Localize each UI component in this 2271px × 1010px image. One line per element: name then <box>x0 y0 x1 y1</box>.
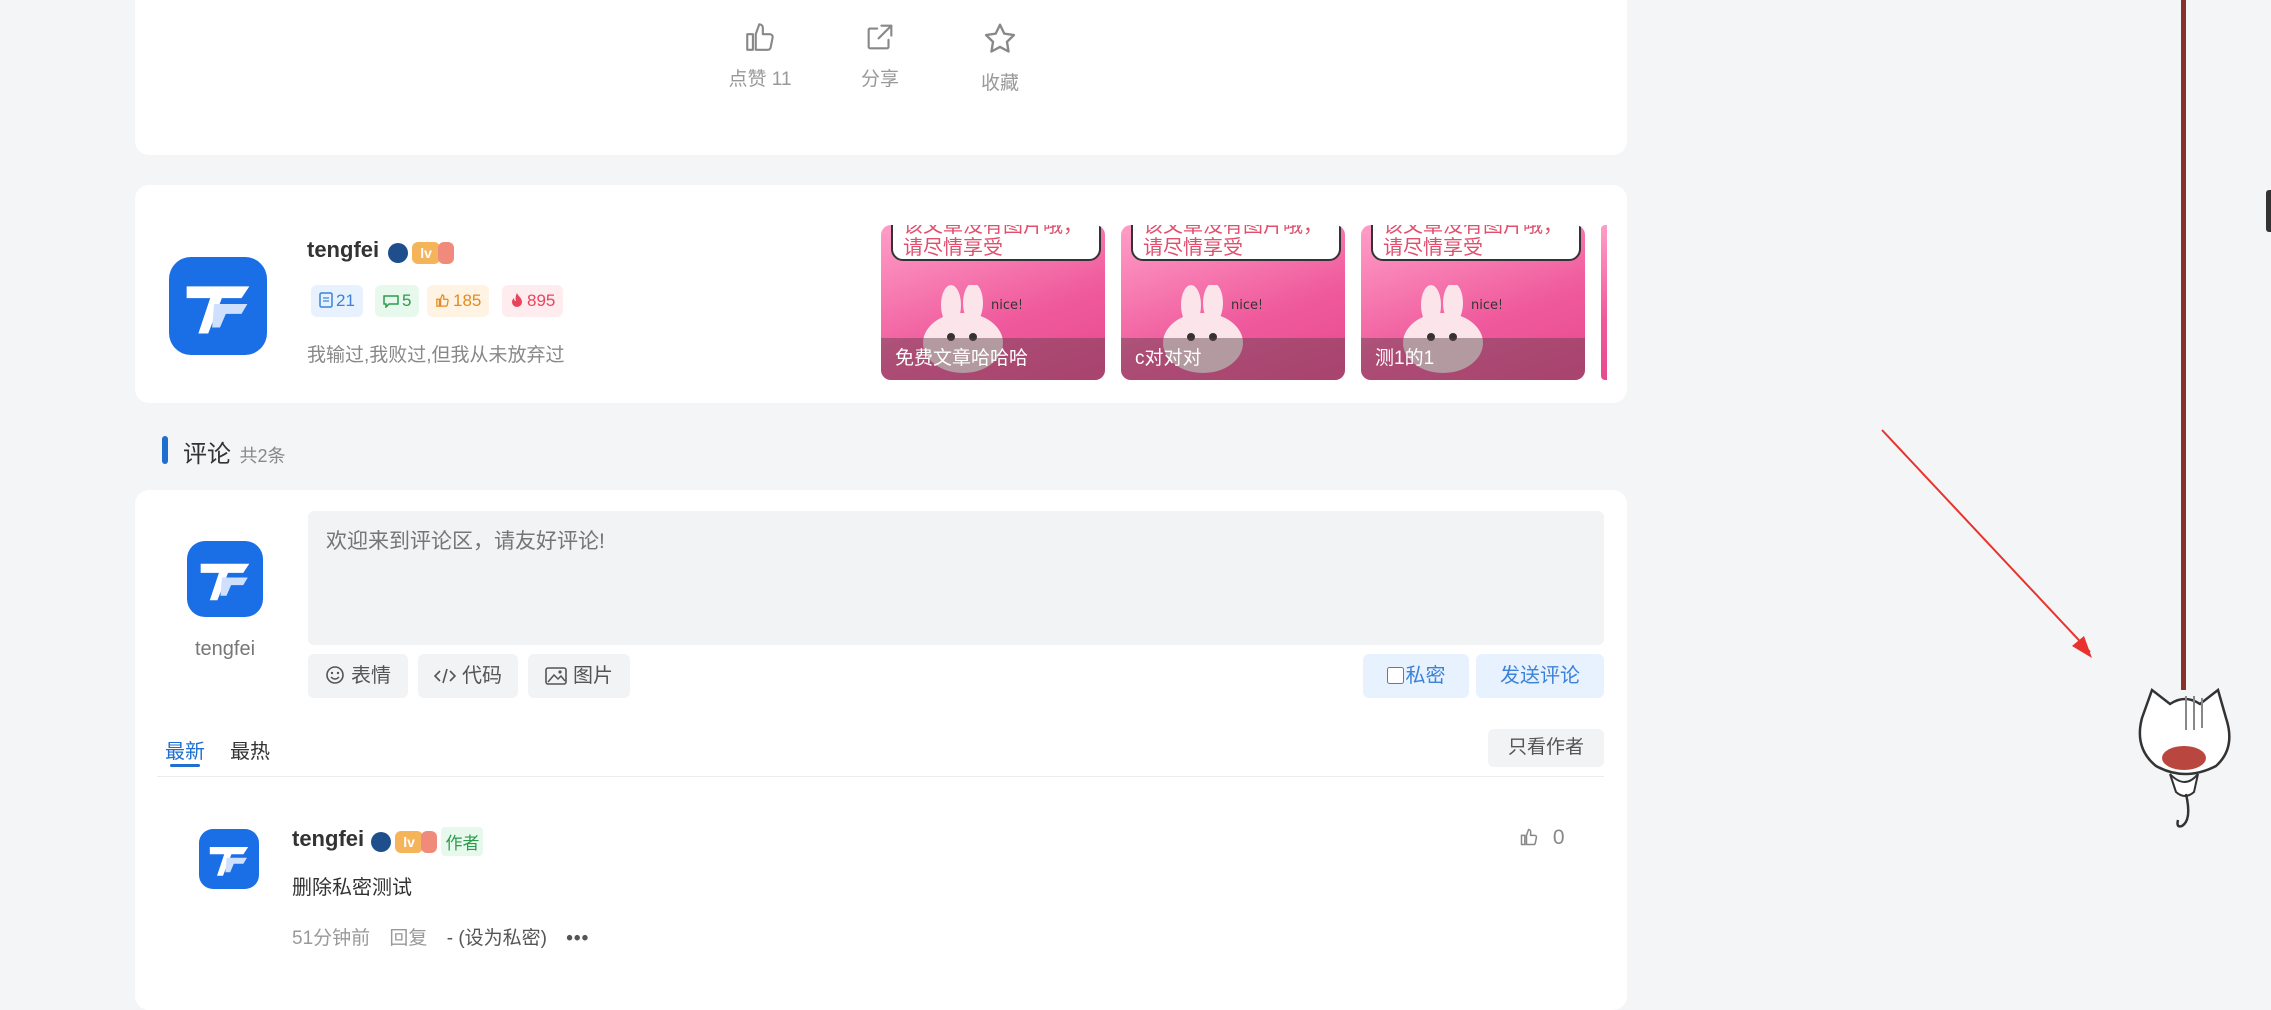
comment-like-button[interactable]: 0 <box>1519 826 1565 850</box>
comment-content: 删除私密测试 <box>292 877 412 899</box>
thumbs-up-icon <box>436 294 449 307</box>
related-post-title: 免费文章哈哈哈 <box>881 338 1105 380</box>
thumb-bubble-text: 该文章没有图片哦， 请尽情享受 <box>891 225 1101 261</box>
comment-avatar[interactable] <box>199 829 259 889</box>
related-post-title: 测1的1 <box>1361 338 1585 380</box>
hanging-cat-icon[interactable] <box>2130 670 2240 830</box>
more-options-icon[interactable]: ••• <box>566 928 589 949</box>
divider <box>157 776 1604 777</box>
comment-author-row: tengfei lv 作者 <box>292 826 484 857</box>
code-icon <box>433 668 457 684</box>
logo-icon <box>200 563 250 601</box>
smiley-icon <box>326 666 344 684</box>
comment-time: 51分钟前 <box>292 928 371 949</box>
svg-text:nice!: nice! <box>1231 298 1261 313</box>
author-only-button[interactable]: 只看作者 <box>1488 729 1604 767</box>
submit-comment-button[interactable]: 发送评论 <box>1476 654 1604 698</box>
related-post-card[interactable]: 该文章没有图片哦， 请尽情享受 nice! 测1的1 <box>1361 225 1585 380</box>
composer-username: tengfei <box>194 638 256 660</box>
code-label: 代码 <box>462 665 502 687</box>
hot-count-badge: 895 <box>502 285 564 317</box>
thumb-bubble-text: 该文章没有图片哦， 请尽情享受 <box>1131 225 1341 261</box>
author-card: tengfei lv 21 5 185 895 我输过,我败过,但我从未放弃过 … <box>135 185 1627 403</box>
share-button[interactable]: 分享 <box>835 20 925 91</box>
like-label: 点赞 <box>728 69 767 90</box>
set-private-link[interactable]: - (设为私密) <box>447 928 547 949</box>
active-tab-indicator <box>170 764 200 767</box>
comments-count: 共2条 <box>239 446 286 466</box>
side-tab-edge[interactable] <box>2266 190 2271 232</box>
emoji-label: 表情 <box>351 665 391 687</box>
code-button[interactable]: 代码 <box>418 654 518 698</box>
private-toggle[interactable]: 私密 <box>1363 654 1469 698</box>
image-icon <box>545 667 567 685</box>
like-button[interactable]: 点赞 11 <box>715 20 805 91</box>
related-post-title: c对对对 <box>1121 338 1345 380</box>
like-count-badge: 185 <box>427 285 490 317</box>
comment-like-count: 0 <box>1552 826 1565 849</box>
hot-total: 895 <box>527 291 556 310</box>
private-label: 私密 <box>1405 665 1446 687</box>
level-number-badge <box>421 830 438 853</box>
related-post-card[interactable]: 该文章没有图片哦， 请尽情享受 nice! c对对对 <box>1121 225 1345 380</box>
level-badge-icon: lv <box>412 241 441 264</box>
thumbs-up-icon <box>746 23 774 51</box>
comments-title: 评论 <box>183 441 231 468</box>
document-icon <box>319 292 333 308</box>
comment-meta: 51分钟前 回复 - (设为私密) ••• <box>292 923 589 950</box>
thumbs-up-icon <box>1520 828 1538 846</box>
thumb-bubble-text: 该文章没有图片哦， 请尽情享受 <box>1371 225 1581 261</box>
svg-text:nice!: nice! <box>1471 298 1501 313</box>
level-number-badge <box>438 241 455 264</box>
article-count: 21 <box>336 291 355 310</box>
star-icon <box>984 23 1016 53</box>
image-button[interactable]: 图片 <box>528 654 630 698</box>
comment-count: 5 <box>402 291 412 310</box>
favorite-button[interactable]: 收藏 <box>955 20 1045 95</box>
composer-avatar <box>187 541 263 617</box>
tab-latest[interactable]: 最新 <box>165 735 205 764</box>
emoji-button[interactable]: 表情 <box>308 654 408 698</box>
hanging-rope <box>2181 0 2186 690</box>
verified-icon <box>370 831 391 852</box>
share-label: 分享 <box>860 69 899 90</box>
comments-header: 评论 共2条 <box>183 434 285 469</box>
related-post-card[interactable]: 该文章没有图片哦， 请尽情享受 nice! 免费文章哈哈哈 <box>881 225 1105 380</box>
tab-hottest[interactable]: 最热 <box>230 735 270 764</box>
comment-textarea[interactable] <box>308 511 1604 645</box>
author-tag: 作者 <box>441 827 484 857</box>
logo-icon <box>209 847 249 876</box>
post-actions-card: 点赞 11 分享 收藏 <box>135 0 1627 155</box>
comment-author-name[interactable]: tengfei <box>292 826 364 851</box>
author-name-row: tengfei lv <box>307 237 455 264</box>
private-checkbox[interactable] <box>1386 667 1404 684</box>
favorite-label: 收藏 <box>980 73 1019 94</box>
logo-icon <box>186 286 250 334</box>
related-post-card-partial[interactable] <box>1601 225 1607 380</box>
like-count: 11 <box>771 69 792 90</box>
reply-link[interactable]: 回复 <box>389 928 427 949</box>
verified-icon <box>387 242 408 263</box>
like-total: 185 <box>453 291 482 310</box>
author-bio: 我输过,我败过,但我从未放弃过 <box>307 345 565 366</box>
author-avatar[interactable] <box>169 257 267 355</box>
chat-icon <box>383 295 399 309</box>
fire-icon <box>512 293 522 307</box>
level-badge-icon: lv <box>395 830 424 853</box>
svg-text:nice!: nice! <box>991 298 1021 313</box>
share-icon <box>867 24 893 50</box>
section-accent-bar <box>162 436 168 464</box>
article-count-badge: 21 <box>311 285 363 317</box>
author-name[interactable]: tengfei <box>307 237 379 262</box>
image-label: 图片 <box>573 665 613 687</box>
red-arrow-decoration <box>1881 429 2092 658</box>
comment-count-badge: 5 <box>375 285 420 317</box>
